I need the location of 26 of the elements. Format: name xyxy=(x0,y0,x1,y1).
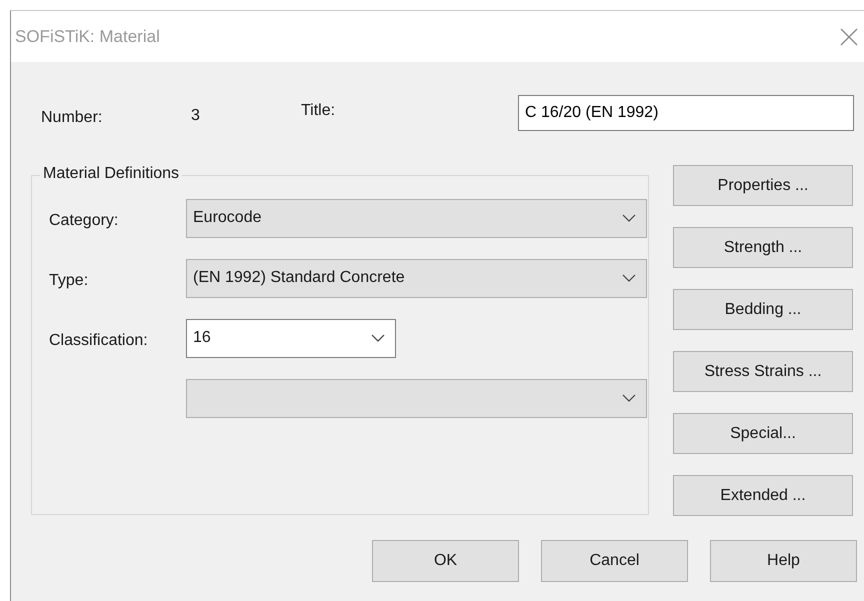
side-button[interactable]: Stress Strains ... xyxy=(673,351,853,392)
field-label: Category: xyxy=(49,212,118,230)
dialog-button[interactable]: Help xyxy=(710,540,857,582)
chevron-down-icon xyxy=(622,214,636,222)
close-icon[interactable] xyxy=(840,28,858,46)
dialog-button[interactable]: Cancel xyxy=(541,540,688,582)
side-button[interactable]: Extended ... xyxy=(673,475,853,516)
chevron-down-icon xyxy=(622,394,636,402)
dropdown[interactable]: 16 xyxy=(186,318,396,358)
dropdown[interactable]: Eurocode xyxy=(186,198,647,238)
chevron-down-icon xyxy=(622,274,636,282)
side-button[interactable]: Strength ... xyxy=(673,227,853,268)
field-label: Type: xyxy=(49,272,88,290)
side-button[interactable]: Properties ... xyxy=(673,165,853,206)
dropdown[interactable]: (EN 1992) Standard Concrete xyxy=(186,258,647,298)
dialog-button[interactable]: OK xyxy=(372,540,519,582)
title-label: Title: xyxy=(301,102,336,120)
window-title: SOFiSTiK: Material xyxy=(15,26,160,46)
title-field[interactable]: C 16/20 (EN 1992) xyxy=(518,95,854,131)
number-label: Number: xyxy=(41,109,104,127)
number-value: 3 xyxy=(191,107,201,125)
field-label: Classification: xyxy=(49,332,148,350)
dropdown[interactable] xyxy=(186,378,647,418)
side-button[interactable]: Bedding ... xyxy=(673,289,853,330)
side-button[interactable]: Special... xyxy=(673,413,853,454)
chevron-down-icon xyxy=(371,334,385,342)
